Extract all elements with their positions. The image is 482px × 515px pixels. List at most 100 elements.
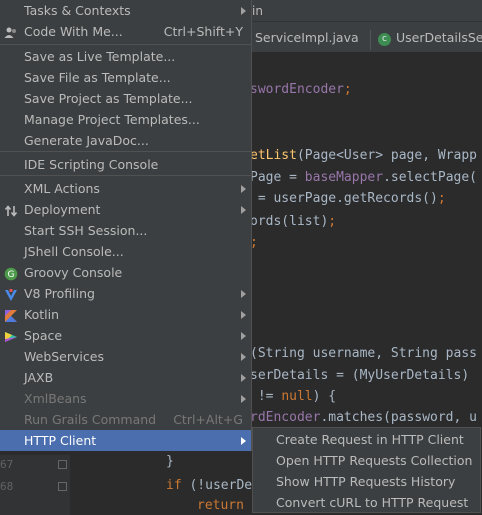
menu-item-label: Tasks & Contexts [24,3,131,18]
submenu-item-show-http-requests-history[interactable]: Show HTTP Requests History [253,471,480,492]
menu-item-space[interactable]: Space [0,325,251,346]
menu-item-http-client[interactable]: HTTP Client [0,430,251,451]
menu-item-label: XML Actions [24,181,100,196]
code-token: (!userDe [189,478,253,493]
menu-item-xmlbeans: XmlBeans [0,388,251,409]
menu-item-label: Deployment [24,202,101,217]
submenu-arrow-icon [241,206,246,214]
menu-item-label: WebServices [24,349,104,364]
menu-item-webservices[interactable]: WebServices [0,346,251,367]
menu-item-generate-javadoc[interactable]: Generate JavaDoc... [0,130,251,151]
submenu-item-label: Convert cURL to HTTP Request [276,495,469,510]
code-token: ) { [312,389,337,404]
groovy-icon: G [4,266,18,281]
menu-item-manage-project-templates[interactable]: Manage Project Templates... [0,109,251,130]
submenu-arrow-icon [241,311,246,319]
space-icon [4,329,18,343]
code-line: (String username, String pass [250,346,477,361]
code-line: != null) { [250,389,336,404]
menu-item-label: Start SSH Session... [24,223,148,238]
fold-marker-icon[interactable] [58,482,67,491]
submenu-arrow-icon [241,395,246,403]
line-number: 68 [0,480,14,493]
code-line: = userPage.getRecords(); [250,191,446,206]
code-line: } [166,454,174,469]
menu-item-run-grails-command: Run Grails Command Ctrl+Alt+G [0,409,251,430]
tab-serviceimpl[interactable]: ServiceImpl.java [255,30,359,45]
menu-item-deployment[interactable]: Deployment [0,199,251,220]
code-token: return [197,498,252,513]
menu-item-label: Save File as Template... [24,70,171,85]
menu-item-label: JAXB [24,370,54,385]
menu-item-label: Manage Project Templates... [24,112,200,127]
code-token: baseMapper [304,170,384,185]
class-icon: c [378,33,391,46]
tab-separator [370,30,371,50]
fold-marker-icon[interactable] [58,460,67,469]
code-with-me-icon [4,25,18,39]
code-token: serDetails = (MyUserDetails) [250,368,470,383]
code-token: (Page<User> page, Wrapp [296,148,477,163]
code-token: = userPage.getRecords() [250,191,438,206]
menu-item-label: Kotlin [24,307,59,322]
menu-item-label: IDE Scripting Console [24,157,159,172]
menu-separator [0,151,251,152]
code-token: (String username, String pass [250,346,477,361]
code-token: null [281,389,313,404]
menu-separator [0,44,251,45]
kotlin-icon [4,308,18,322]
menu-item-label: XmlBeans [24,391,87,406]
code-token: ords(list) [250,214,329,229]
code-line: etList(Page<User> page, Wrapp [250,148,477,163]
menu-separator [0,175,251,176]
tab-label: ServiceImpl.java [255,30,359,45]
menu-item-label: Run Grails Command [24,412,157,427]
code-token: .matches(password, u [320,410,477,425]
menu-item-jaxb[interactable]: JAXB [0,367,251,388]
v8-icon [4,287,18,301]
code-line: swordEncoder; [250,82,352,97]
menu-item-ide-scripting-console[interactable]: IDE Scripting Console [0,154,251,175]
menu-item-xml-actions[interactable]: XML Actions [0,178,251,199]
http-client-submenu: Create Request in HTTP Client Open HTTP R… [252,427,481,513]
menu-item-shortcut: Ctrl+Shift+Y [163,24,243,39]
menu-item-save-as-live-template[interactable]: Save as Live Template... [0,46,251,67]
tab-label: UserDetailsSer [396,30,482,45]
submenu-item-convert-curl-to-http-request[interactable]: Convert cURL to HTTP Request [253,492,480,513]
menu-item-tasks-contexts[interactable]: Tasks & Contexts [0,0,251,21]
code-token: if [166,478,190,493]
code-token: ; [343,82,352,97]
submenu-arrow-icon [241,437,246,445]
menu-item-shortcut: Ctrl+Alt+G [173,412,243,427]
code-token: etList [250,148,297,163]
submenu-item-create-request-in-http-client[interactable]: Create Request in HTTP Client [253,429,480,450]
menu-item-label: Code With Me... [24,24,123,39]
code-token: swordEncoder [250,82,344,97]
code-token: != [250,389,282,404]
menu-item-save-file-as-template[interactable]: Save File as Template... [0,67,251,88]
main-menu-fragment[interactable]: in [252,4,263,18]
submenu-arrow-icon [241,332,246,340]
menu-item-save-project-as-template[interactable]: Save Project as Template... [0,88,251,109]
menu-item-label: Generate JavaDoc... [24,133,149,148]
menu-item-kotlin[interactable]: Kotlin [0,304,251,325]
submenu-item-label: Show HTTP Requests History [276,474,456,489]
submenu-arrow-icon [241,7,246,15]
menu-item-groovy-console[interactable]: G Groovy Console [0,262,251,283]
submenu-item-label: Create Request in HTTP Client [276,432,464,447]
submenu-arrow-icon [241,374,246,382]
menu-item-jshell-console[interactable]: JShell Console... [0,241,251,262]
menu-item-start-ssh-session[interactable]: Start SSH Session... [0,220,251,241]
menu-item-label: Groovy Console [24,265,123,280]
line-number-gutter: 67 68 [0,455,70,515]
code-token: rdEncoder [250,410,321,425]
line-number: 67 [0,458,14,471]
tab-userdetailsservice[interactable]: c UserDetailsSer [378,30,482,46]
code-line: Page = baseMapper.selectPage( [250,170,477,185]
menu-item-v8-profiling[interactable]: V8 Profiling [0,283,251,304]
menu-item-label: HTTP Client [24,433,97,448]
submenu-item-open-http-requests-collection[interactable]: Open HTTP Requests Collection [253,450,480,471]
submenu-item-label: Open HTTP Requests Collection [276,453,473,468]
code-line: if (!userDe [166,478,252,493]
menu-item-code-with-me[interactable]: Code With Me... Ctrl+Shift+Y [0,21,251,42]
